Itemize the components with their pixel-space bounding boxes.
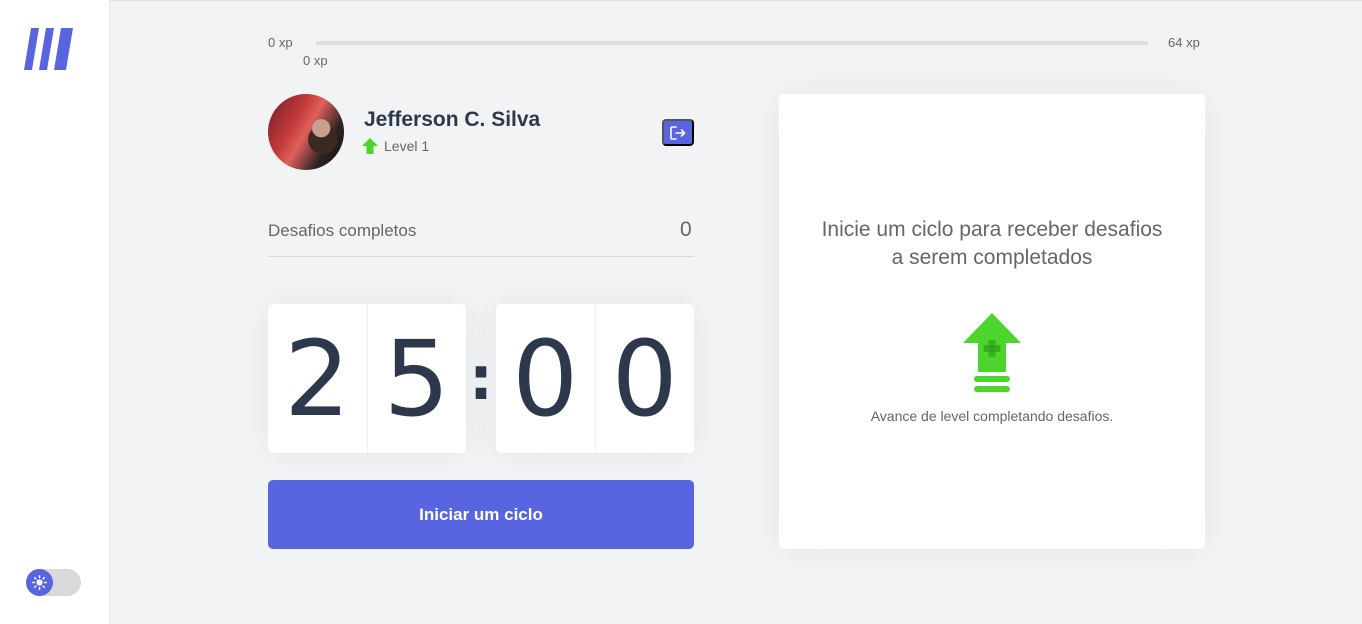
- challenge-card: Inicie um ciclo para receber desafios a …: [779, 94, 1205, 549]
- level-up-icon: [963, 313, 1021, 392]
- seconds-display: 0 0: [496, 304, 694, 453]
- sun-icon: [32, 575, 47, 590]
- challenge-title-line-1: Inicie um ciclo para receber desafios: [821, 218, 1163, 241]
- divider: [268, 256, 694, 257]
- challenge-title-line-2: a serem completados: [891, 246, 1093, 269]
- user-name: Jefferson C. Silva: [364, 108, 541, 131]
- app-root: 0 xp 64 xp 0 xp Jefferson C. Silva Level…: [0, 0, 1362, 624]
- completed-challenges-label: Desafios completos: [268, 221, 417, 240]
- xp-current-label: 0 xp: [303, 53, 328, 68]
- logout-icon: [670, 125, 686, 140]
- xp-progress-bar: [316, 41, 1148, 45]
- toggle-knob[interactable]: [26, 569, 53, 596]
- start-cycle-button[interactable]: Iniciar um ciclo: [268, 480, 694, 549]
- second-ones-digit: 0: [594, 304, 695, 453]
- level-up-arrow-icon: [362, 138, 378, 154]
- level-row: Level 1: [362, 138, 429, 154]
- minute-ones-digit: 5: [366, 304, 467, 453]
- minutes-display: 2 5: [268, 304, 466, 453]
- level-label: Level 1: [384, 138, 430, 154]
- logout-button[interactable]: [662, 119, 694, 146]
- avatar: [268, 94, 344, 170]
- xp-end-label: 64 xp: [1168, 35, 1200, 50]
- minute-tens-digit: 2: [284, 317, 351, 440]
- xp-start-label: 0 xp: [268, 35, 293, 50]
- sidebar: [0, 0, 110, 624]
- theme-toggle[interactable]: [26, 569, 81, 596]
- top-border: [0, 0, 1362, 1]
- completed-challenges-count: 0: [680, 218, 692, 241]
- moveit-logo-icon[interactable]: [24, 28, 74, 70]
- challenge-card-title: Inicie um ciclo para receber desafios a …: [779, 216, 1205, 272]
- second-tens-digit: 0: [512, 317, 579, 440]
- challenge-card-hint: Avance de level completando desafios.: [870, 408, 1114, 424]
- time-separator: :: [469, 343, 493, 414]
